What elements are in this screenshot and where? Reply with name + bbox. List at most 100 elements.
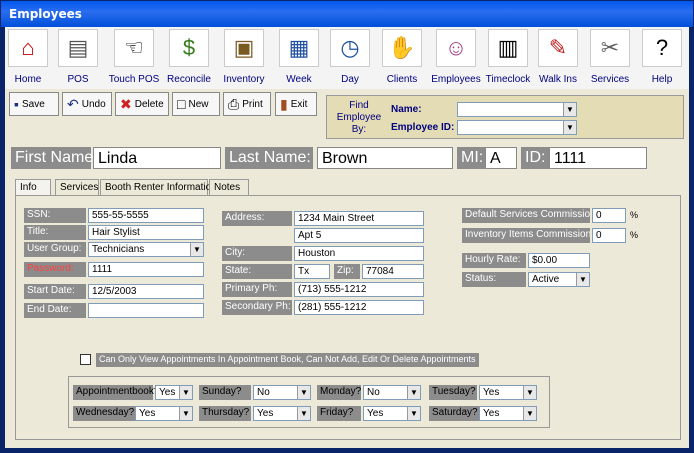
exit-button[interactable]: ▮ Exit — [275, 92, 317, 116]
address-line1-field[interactable]: 1234 Main Street — [294, 211, 424, 226]
sunday-dropdown[interactable]: No ▼ — [253, 385, 311, 400]
address-label: Address: — [222, 211, 292, 226]
first-name-field[interactable]: Linda — [93, 147, 221, 169]
new-page-icon: □ — [177, 96, 186, 112]
inventory-commission-field[interactable]: 0 — [592, 228, 626, 243]
secondary-phone-field[interactable]: (281) 555-1212 — [294, 300, 424, 315]
employee-id-dropdown[interactable]: ▼ — [457, 120, 577, 135]
nav-home[interactable]: ⌂ Home — [5, 29, 51, 87]
handtruck-icon: ▣ — [224, 29, 264, 67]
print-button[interactable]: ⎙ Print — [223, 92, 271, 116]
password-field[interactable]: 1111 — [88, 262, 204, 277]
city-field[interactable]: Houston — [294, 246, 424, 261]
saturday-label: Saturday? — [429, 406, 479, 421]
nav-walk-ins[interactable]: ✎ Walk Ins — [533, 29, 583, 87]
title-label: Title: — [24, 225, 86, 240]
people-icon: ☺ — [436, 29, 476, 67]
employee-header: First Name Linda Last Name: Brown MI: A … — [5, 145, 689, 173]
appointmentbook-label: Appointmentbook? — [73, 385, 159, 400]
exit-label: Exit — [290, 98, 308, 110]
scissors-icon: ✂ — [590, 29, 630, 67]
zip-label: Zip: — [334, 264, 360, 279]
save-button[interactable]: ▪ Save — [9, 92, 59, 116]
dropdown-value: Yes — [367, 408, 384, 419]
money-icon: $ — [169, 29, 209, 67]
dropdown-value: No — [257, 387, 270, 398]
name-dropdown[interactable]: ▼ — [457, 102, 577, 117]
status-dropdown[interactable]: Active ▼ — [528, 272, 590, 287]
services-commission-field[interactable]: 0 — [592, 208, 626, 223]
saturday-dropdown[interactable]: Yes ▼ — [479, 406, 537, 421]
monday-dropdown[interactable]: No ▼ — [363, 385, 421, 400]
hourly-rate-field[interactable]: $0.00 — [528, 253, 590, 268]
tuesday-dropdown[interactable]: Yes ▼ — [479, 385, 537, 400]
nav-touch-pos[interactable]: ☜ Touch POS — [105, 29, 163, 87]
percent-sign: % — [630, 210, 639, 220]
printer-icon: ⎙ — [228, 96, 240, 112]
password-label: Password: — [24, 262, 86, 277]
nav-day[interactable]: ◷ Day — [325, 29, 375, 87]
appointmentbook-dropdown[interactable]: Yes ▼ — [155, 385, 193, 400]
title-field[interactable]: Hair Stylist — [88, 225, 204, 240]
chevron-down-icon: ▼ — [563, 103, 576, 116]
percent-sign: % — [630, 230, 639, 240]
tab-booth-renter[interactable]: Booth Renter Information — [100, 179, 217, 195]
nav-employees[interactable]: ☺ Employees — [429, 29, 483, 87]
primary-phone-field[interactable]: (713) 555-1212 — [294, 282, 424, 297]
wednesday-label: Wednesday? — [73, 406, 135, 421]
mi-field[interactable]: A — [485, 147, 517, 169]
help-icon: ? — [642, 29, 682, 67]
end-date-label: End Date: — [24, 303, 86, 318]
chevron-down-icon: ▼ — [407, 386, 420, 399]
chevron-down-icon: ▼ — [190, 243, 203, 256]
primary-phone-label: Primary Ph: — [222, 282, 292, 297]
undo-button[interactable]: ↶ Undo — [62, 92, 112, 116]
walking-icon: ✎ — [538, 29, 578, 67]
tab-notes[interactable]: Notes — [209, 179, 249, 195]
tab-info[interactable]: Info — [15, 179, 51, 196]
new-button[interactable]: □ New — [172, 92, 220, 116]
nav-week[interactable]: ▦ Week — [273, 29, 325, 87]
thursday-dropdown[interactable]: Yes ▼ — [253, 406, 311, 421]
chevron-down-icon: ▼ — [563, 121, 576, 134]
nav-label: Day — [341, 74, 359, 85]
handshake-icon: ✋ — [382, 29, 422, 67]
dropdown-value: Yes — [257, 408, 274, 419]
tab-services[interactable]: Services — [55, 179, 99, 195]
start-date-field[interactable]: 12/5/2003 — [88, 284, 204, 299]
pointing-hand-icon: ☜ — [114, 29, 154, 67]
status-value: Active — [532, 274, 560, 285]
zip-field[interactable]: 77084 — [362, 264, 424, 279]
thursday-label: Thursday? — [199, 406, 251, 421]
address-line2-field[interactable]: Apt 5 — [294, 228, 424, 243]
delete-icon: ✖ — [120, 96, 132, 112]
chevron-down-icon: ▼ — [179, 407, 192, 420]
friday-dropdown[interactable]: Yes ▼ — [363, 406, 421, 421]
nav-label: Clients — [386, 74, 418, 85]
first-name-label: First Name — [11, 147, 93, 169]
user-group-dropdown[interactable]: Technicians ▼ — [88, 242, 204, 257]
calendar-icon: ▦ — [279, 29, 319, 67]
dropdown-value: Yes — [483, 387, 500, 398]
chevron-down-icon: ▼ — [523, 386, 536, 399]
nav-services[interactable]: ✂ Services — [583, 29, 637, 87]
nav-reconcile[interactable]: $ Reconcile — [163, 29, 215, 87]
exit-door-icon: ▮ — [280, 96, 288, 112]
last-name-field[interactable]: Brown — [317, 147, 453, 169]
delete-button[interactable]: ✖ Delete — [115, 92, 169, 116]
state-field[interactable]: Tx — [294, 264, 330, 279]
wednesday-dropdown[interactable]: Yes ▼ — [135, 406, 193, 421]
info-panel: SSN: 555-55-5555 Title: Hair Stylist Use… — [15, 195, 681, 440]
nav-help[interactable]: ? Help — [637, 29, 687, 87]
ssn-field[interactable]: 555-55-5555 — [88, 208, 204, 223]
nav-pos[interactable]: ▤ POS — [51, 29, 105, 87]
inventory-commission-label: Inventory Items Commission: — [462, 228, 590, 243]
nav-inventory[interactable]: ▣ Inventory — [215, 29, 273, 87]
restrict-appointments-checkbox[interactable] — [80, 354, 91, 365]
id-field[interactable]: 1111 — [549, 147, 647, 169]
nav-timeclock[interactable]: ▥ Timeclock — [483, 29, 533, 87]
chevron-down-icon: ▼ — [297, 386, 310, 399]
chevron-down-icon: ▼ — [523, 407, 536, 420]
end-date-field[interactable] — [88, 303, 204, 318]
nav-clients[interactable]: ✋ Clients — [375, 29, 429, 87]
